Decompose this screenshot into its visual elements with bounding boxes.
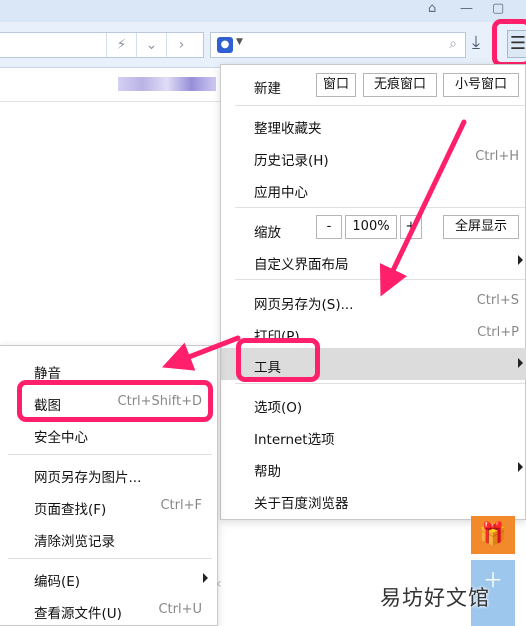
menu-separator [235, 383, 525, 384]
submenu-item-find-in-page[interactable]: 页面查找(F) Ctrl+F [0, 490, 218, 522]
menu-separator [235, 207, 525, 208]
submenu-item-clear-history[interactable]: 清除浏览记录 [0, 522, 218, 554]
menu-separator [235, 279, 525, 280]
menu-item-app-center[interactable]: 应用中心 [221, 173, 526, 205]
shortcut-label: Ctrl+F [160, 498, 202, 513]
menu-separator [8, 558, 212, 559]
menu-item-label: 安全中心 [34, 430, 88, 446]
menu-item-label: 选项(O) [254, 400, 303, 416]
new-window-button[interactable]: 窗口 [316, 73, 356, 97]
shortcut-label: Ctrl+S [476, 293, 519, 308]
submenu-arrow-icon [518, 255, 523, 265]
gift-icon[interactable]: 🎁 [471, 516, 515, 554]
screenshot-highlight [17, 380, 213, 422]
menu-item-organize-favorites[interactable]: 整理收藏夹 [221, 109, 526, 141]
shortcut-label: Ctrl+P [477, 325, 519, 340]
menu-item-internet-options[interactable]: Internet选项 [221, 420, 526, 452]
minimize-icon[interactable]: — [460, 1, 473, 16]
menu-separator [8, 454, 212, 455]
shortcut-label: Ctrl+H [475, 149, 519, 164]
search-box[interactable]: ● ▼ ⌕ [210, 32, 466, 58]
menu-item-history[interactable]: 历史记录(H) Ctrl+H [221, 141, 526, 173]
page-left-arrow-icon[interactable]: ‹ [216, 576, 222, 592]
search-engine-icon[interactable]: ● [217, 37, 233, 53]
submenu-item-security-center[interactable]: 安全中心 [0, 418, 218, 450]
menu-item-label: 帮助 [254, 464, 281, 480]
zoom-level: 100% [345, 215, 397, 239]
submenu-arrow-icon [203, 573, 208, 583]
watermark: 易坊好文馆 [380, 586, 490, 610]
menu-button-highlight [492, 19, 526, 67]
address-bar[interactable]: ⚡ ⌄ › [0, 32, 204, 58]
menu-item-options[interactable]: 选项(O) [221, 388, 526, 420]
maximize-icon[interactable]: ▢ [492, 1, 504, 16]
menu-item-label: 网页另存为图片... [34, 470, 142, 486]
submenu-item-view-source[interactable]: 查看源文件(U) Ctrl+U [0, 594, 218, 626]
submenu-item-save-as-image[interactable]: 网页另存为图片... [0, 458, 218, 490]
menu-item-label: Internet选项 [254, 432, 335, 448]
menu-item-customize-ui[interactable]: 自定义界面布局 [221, 245, 526, 277]
blurred-link[interactable] [118, 77, 216, 91]
submenu-arrow-icon [518, 462, 523, 472]
menu-item-label: 页面查找(F) [34, 502, 107, 518]
new-small-window-button[interactable]: 小号窗口 [443, 73, 519, 97]
menu-item-label: 关于百度浏览器 [254, 496, 349, 512]
menu-item-label: 应用中心 [254, 185, 308, 201]
title-bar: ⌂ — ▢ [0, 0, 526, 22]
menu-item-save-page-as[interactable]: 网页另存为(S)... Ctrl+S [221, 285, 526, 317]
caret-down-icon[interactable]: ▼ [236, 37, 243, 47]
menu-item-label: 清除浏览记录 [34, 534, 115, 550]
menu-row-new: 新建 窗口 无痕窗口 小号窗口 [221, 69, 526, 101]
menu-item-label: 查看源文件(U) [34, 606, 122, 622]
zoom-out-button[interactable]: - [316, 215, 342, 239]
lightning-icon[interactable]: ⚡ [106, 33, 136, 57]
menu-item-label: 网页另存为(S)... [254, 297, 354, 313]
submenu-arrow-icon [518, 358, 523, 368]
menu-row-zoom: 缩放 - 100% + 全屏显示 [221, 213, 526, 245]
submenu-item-encoding[interactable]: 编码(E) [0, 562, 218, 594]
forward-icon[interactable]: › [166, 33, 196, 57]
search-icon[interactable]: ⌕ [449, 36, 457, 52]
menu-item-label: 整理收藏夹 [254, 121, 322, 137]
menu-item-label: 自定义界面布局 [254, 257, 349, 273]
browser-main-menu: 新建 窗口 无痕窗口 小号窗口 整理收藏夹 历史记录(H) Ctrl+H 应用中… [220, 64, 526, 520]
menu-separator [235, 105, 525, 106]
menu-item-about[interactable]: 关于百度浏览器 [221, 484, 526, 516]
dropdown-chevron-icon[interactable]: ⌄ [136, 33, 166, 57]
new-label: 新建 [254, 81, 281, 97]
zoom-in-button[interactable]: + [400, 215, 422, 239]
menu-item-label: 编码(E) [34, 574, 81, 590]
menu-item-label: 历史记录(H) [254, 153, 329, 169]
download-icon[interactable]: ⤓ [472, 32, 480, 53]
skin-icon[interactable]: ⌂ [428, 1, 436, 16]
new-incognito-button[interactable]: 无痕窗口 [363, 73, 437, 97]
fullscreen-button[interactable]: 全屏显示 [443, 215, 519, 239]
menu-item-label: 静音 [34, 366, 61, 382]
shortcut-label: Ctrl+U [158, 602, 202, 617]
zoom-label: 缩放 [254, 225, 281, 241]
toolbar: ⚡ ⌄ › ● ▼ ⌕ [0, 22, 526, 68]
tools-highlight [236, 338, 320, 382]
menu-item-help[interactable]: 帮助 [221, 452, 526, 484]
